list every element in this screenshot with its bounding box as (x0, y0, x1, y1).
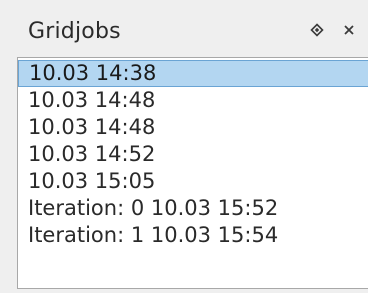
close-button[interactable] (337, 16, 361, 44)
diamond-float-icon (310, 23, 324, 37)
list-item[interactable]: 10.03 14:48 (18, 87, 368, 114)
list-item[interactable]: Iteration: 1 10.03 15:54 (18, 222, 368, 249)
gridjobs-dock-panel: Gridjobs 10.03 14:38 10.03 14:48 10.03 1… (0, 0, 368, 293)
list-item[interactable]: Iteration: 0 10.03 15:52 (18, 195, 368, 222)
list-item[interactable]: 10.03 14:52 (18, 141, 368, 168)
float-button[interactable] (305, 16, 329, 44)
list-item[interactable]: 10.03 14:38 (18, 60, 368, 87)
gridjobs-list-items: 10.03 14:38 10.03 14:48 10.03 14:48 10.0… (18, 60, 368, 249)
close-icon (344, 25, 354, 35)
list-item[interactable]: 10.03 14:48 (18, 114, 368, 141)
gridjobs-list[interactable]: 10.03 14:38 10.03 14:48 10.03 14:48 10.0… (17, 57, 368, 289)
dock-title-bar[interactable]: Gridjobs (0, 0, 368, 62)
list-item[interactable]: 10.03 15:05 (18, 168, 368, 195)
panel-title: Gridjobs (28, 19, 121, 44)
